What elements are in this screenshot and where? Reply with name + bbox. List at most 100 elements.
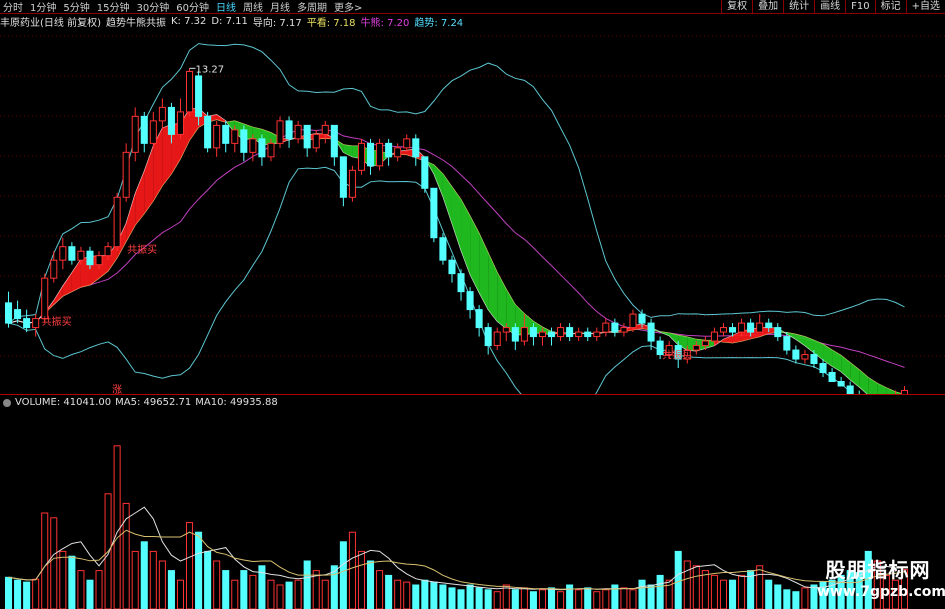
volume-bar xyxy=(412,584,420,609)
period-tab-10[interactable]: 更多> xyxy=(334,0,362,14)
candle-body xyxy=(729,327,737,333)
volume-bar xyxy=(647,584,655,609)
candle-body xyxy=(294,124,302,140)
toolbar-button-2[interactable]: 统计 xyxy=(783,0,814,14)
candle-body xyxy=(167,106,175,135)
period-tab-1[interactable]: 1分钟 xyxy=(30,0,56,14)
toolbar-button-0[interactable]: 复权 xyxy=(721,0,752,14)
candle-body xyxy=(502,327,510,333)
volume-bar xyxy=(783,589,791,609)
volume-bar xyxy=(68,555,76,609)
period-tab-2[interactable]: 5分钟 xyxy=(63,0,89,14)
period-tab-7[interactable]: 周线 xyxy=(243,0,263,14)
volume-bar xyxy=(620,587,628,609)
toolbar-button-4[interactable]: F10 xyxy=(845,0,874,14)
trend-ribbon-segment xyxy=(723,335,733,343)
trend-value: 趋势: 7.24 xyxy=(414,18,464,29)
period-tab-3[interactable]: 15分钟 xyxy=(97,0,130,14)
period-tab-5[interactable]: 60分钟 xyxy=(176,0,209,14)
volume-bar xyxy=(321,579,329,609)
volume-bar xyxy=(602,589,610,609)
candle-body xyxy=(376,142,384,167)
candle-body xyxy=(819,363,827,374)
volume-bar xyxy=(5,576,13,609)
candle-body xyxy=(285,120,293,140)
volume-bar xyxy=(701,570,709,609)
volume-bar xyxy=(167,570,175,609)
candle-body xyxy=(457,273,465,293)
trend-ribbon-segment xyxy=(877,383,887,394)
candle-body xyxy=(584,331,592,338)
toolbar-button-5[interactable]: 标记 xyxy=(874,0,906,14)
indicator-name[interactable]: 趋势牛熊共振 xyxy=(106,14,166,29)
candle-body xyxy=(23,318,31,329)
candle-body xyxy=(86,250,94,266)
bull-value: 牛熊: 7.20 xyxy=(360,18,410,29)
volume-bar xyxy=(348,531,356,609)
candle-body xyxy=(213,124,221,149)
candle-body xyxy=(520,327,528,342)
volume-toggle-icon[interactable] xyxy=(3,398,11,407)
price-chart[interactable]: 13.276.61财共振买共振买共振买涨 xyxy=(0,28,945,394)
volume-bar xyxy=(593,591,601,609)
trend-ribbon-segment xyxy=(479,233,489,310)
volume-bar xyxy=(548,587,556,609)
candle-body xyxy=(566,327,574,338)
volume-bar xyxy=(719,579,728,609)
trend-ribbon-segment xyxy=(850,362,860,387)
volume-bar xyxy=(520,587,528,609)
candle-body xyxy=(593,331,601,338)
pane-divider[interactable] xyxy=(0,394,945,395)
trend-ribbon-segment xyxy=(832,350,842,372)
candle-body xyxy=(430,187,438,239)
trend-ribbon-segment xyxy=(823,344,833,367)
volume-bar xyxy=(186,522,194,609)
volume-bar xyxy=(575,589,583,609)
candle-body xyxy=(131,115,139,153)
candle-body xyxy=(5,302,13,324)
volume-bar xyxy=(448,587,456,609)
resonance-buy-label-3: 共振买 xyxy=(662,349,692,362)
candle-body xyxy=(529,327,537,338)
volume-bar xyxy=(41,512,49,609)
stock-title[interactable]: 丰原药业(日线 前复权) xyxy=(0,14,101,29)
toolbar-button-6[interactable]: +自选 xyxy=(905,0,945,14)
candle-body xyxy=(222,124,230,144)
flat-value: 平看: 7.18 xyxy=(306,18,356,29)
candle-body xyxy=(59,246,67,261)
candle-body xyxy=(95,255,103,266)
period-tab-4[interactable]: 30分钟 xyxy=(136,0,169,14)
period-tab-6[interactable]: 日线 xyxy=(216,0,236,14)
volume-chart[interactable] xyxy=(0,409,945,609)
volume-bar xyxy=(738,574,746,609)
candle-body xyxy=(186,70,194,113)
period-tab-0[interactable]: 分时 xyxy=(3,0,23,14)
period-tabs: 分时 1分钟 5分钟 15分钟 30分钟 60分钟 日线 周线 月线 多周期 更多> xyxy=(0,0,369,14)
candle-body xyxy=(249,138,257,153)
candle-body xyxy=(77,250,85,261)
candle-body xyxy=(231,129,239,144)
candle-body xyxy=(158,106,166,122)
period-tab-9[interactable]: 多周期 xyxy=(297,0,327,14)
toolbar-button-3[interactable]: 画线 xyxy=(814,0,845,14)
candle-body xyxy=(638,313,646,324)
watermark-url: www.7gpzb.com xyxy=(817,584,945,600)
candle-body xyxy=(122,151,130,198)
candle-body xyxy=(204,115,212,149)
volume-bar xyxy=(421,579,429,609)
candle-body xyxy=(719,327,728,333)
volume-bar xyxy=(557,591,565,609)
toolbar-button-1[interactable]: 叠加 xyxy=(752,0,783,14)
volume-bar xyxy=(231,579,239,609)
high-price-label: 13.27 xyxy=(196,64,225,75)
period-tab-8[interactable]: 月线 xyxy=(270,0,290,14)
candle-body xyxy=(810,354,818,365)
candle-body xyxy=(575,331,583,338)
volume-info-line: VOLUME: 41041.00 MA5: 49652.71 MA10: 499… xyxy=(0,396,945,409)
candle-body xyxy=(837,381,845,387)
volume-bar xyxy=(77,570,85,609)
volume-bar xyxy=(484,589,492,609)
volume-bar xyxy=(140,541,148,609)
volume-bar xyxy=(529,591,537,609)
volume-bar xyxy=(376,570,384,609)
